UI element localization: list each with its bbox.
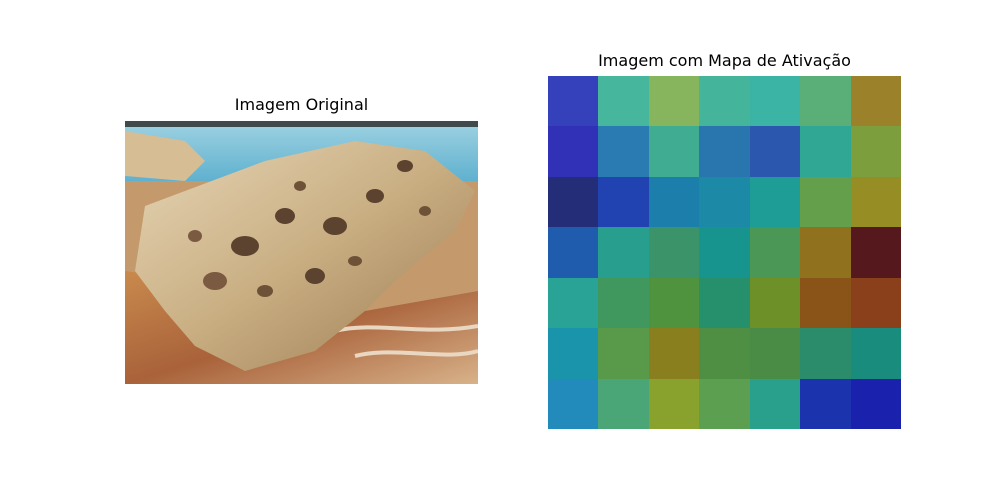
activation-cell-6-2 xyxy=(648,378,700,429)
activation-cell-6-4 xyxy=(749,378,801,429)
activation-cell-6-0 xyxy=(548,378,599,429)
activation-map-title: Imagem com Mapa de Ativação xyxy=(598,51,851,70)
activation-cell-5-6 xyxy=(850,328,901,379)
activation-cell-3-3 xyxy=(699,227,750,278)
activation-cell-6-3 xyxy=(699,378,750,429)
activation-map-grid xyxy=(548,76,901,429)
activation-cell-3-5 xyxy=(800,227,851,278)
activation-cell-2-4 xyxy=(749,176,801,228)
activation-cell-1-4 xyxy=(749,126,801,177)
activation-cell-5-5 xyxy=(800,328,851,379)
activation-cell-5-2 xyxy=(648,328,700,379)
activation-cell-2-5 xyxy=(800,176,851,228)
activation-cell-2-2 xyxy=(648,176,700,228)
activation-cell-0-1 xyxy=(598,76,649,127)
activation-cell-1-2 xyxy=(648,126,700,177)
activation-cell-0-6 xyxy=(850,76,901,127)
activation-cell-4-2 xyxy=(648,277,700,329)
activation-cell-3-1 xyxy=(598,227,649,278)
activation-cell-3-2 xyxy=(648,227,700,278)
activation-cell-4-1 xyxy=(598,277,649,329)
activation-cell-0-2 xyxy=(648,76,700,127)
activation-cell-5-1 xyxy=(598,328,649,379)
activation-cell-6-5 xyxy=(800,378,851,429)
activation-cell-5-0 xyxy=(548,328,599,379)
original-image-title: Imagem Original xyxy=(234,95,369,114)
activation-cell-1-1 xyxy=(598,126,649,177)
activation-cell-1-5 xyxy=(800,126,851,177)
activation-cell-4-0 xyxy=(548,277,599,329)
activation-cell-3-0 xyxy=(548,227,599,278)
activation-cell-4-5 xyxy=(800,277,851,329)
activation-cell-2-0 xyxy=(548,176,599,228)
original-rock-photo xyxy=(125,121,478,384)
activation-cell-0-5 xyxy=(800,76,851,127)
activation-cell-1-0 xyxy=(548,126,599,177)
activation-cell-1-3 xyxy=(699,126,750,177)
activation-cell-6-1 xyxy=(598,378,649,429)
activation-cell-3-6 xyxy=(850,227,901,278)
activation-cell-0-0 xyxy=(548,76,599,127)
activation-cell-0-3 xyxy=(699,76,750,127)
activation-cell-2-6 xyxy=(850,176,901,228)
activation-cell-4-3 xyxy=(699,277,750,329)
activation-cell-6-6 xyxy=(850,378,901,429)
activation-cell-4-6 xyxy=(850,277,901,329)
activation-cell-0-4 xyxy=(749,76,801,127)
activation-cell-1-6 xyxy=(850,126,901,177)
activation-cell-4-4 xyxy=(749,277,801,329)
activation-cell-5-3 xyxy=(699,328,750,379)
activation-cell-5-4 xyxy=(749,328,801,379)
activation-cell-2-3 xyxy=(699,176,750,228)
activation-cell-3-4 xyxy=(749,227,801,278)
activation-cell-2-1 xyxy=(598,176,649,228)
